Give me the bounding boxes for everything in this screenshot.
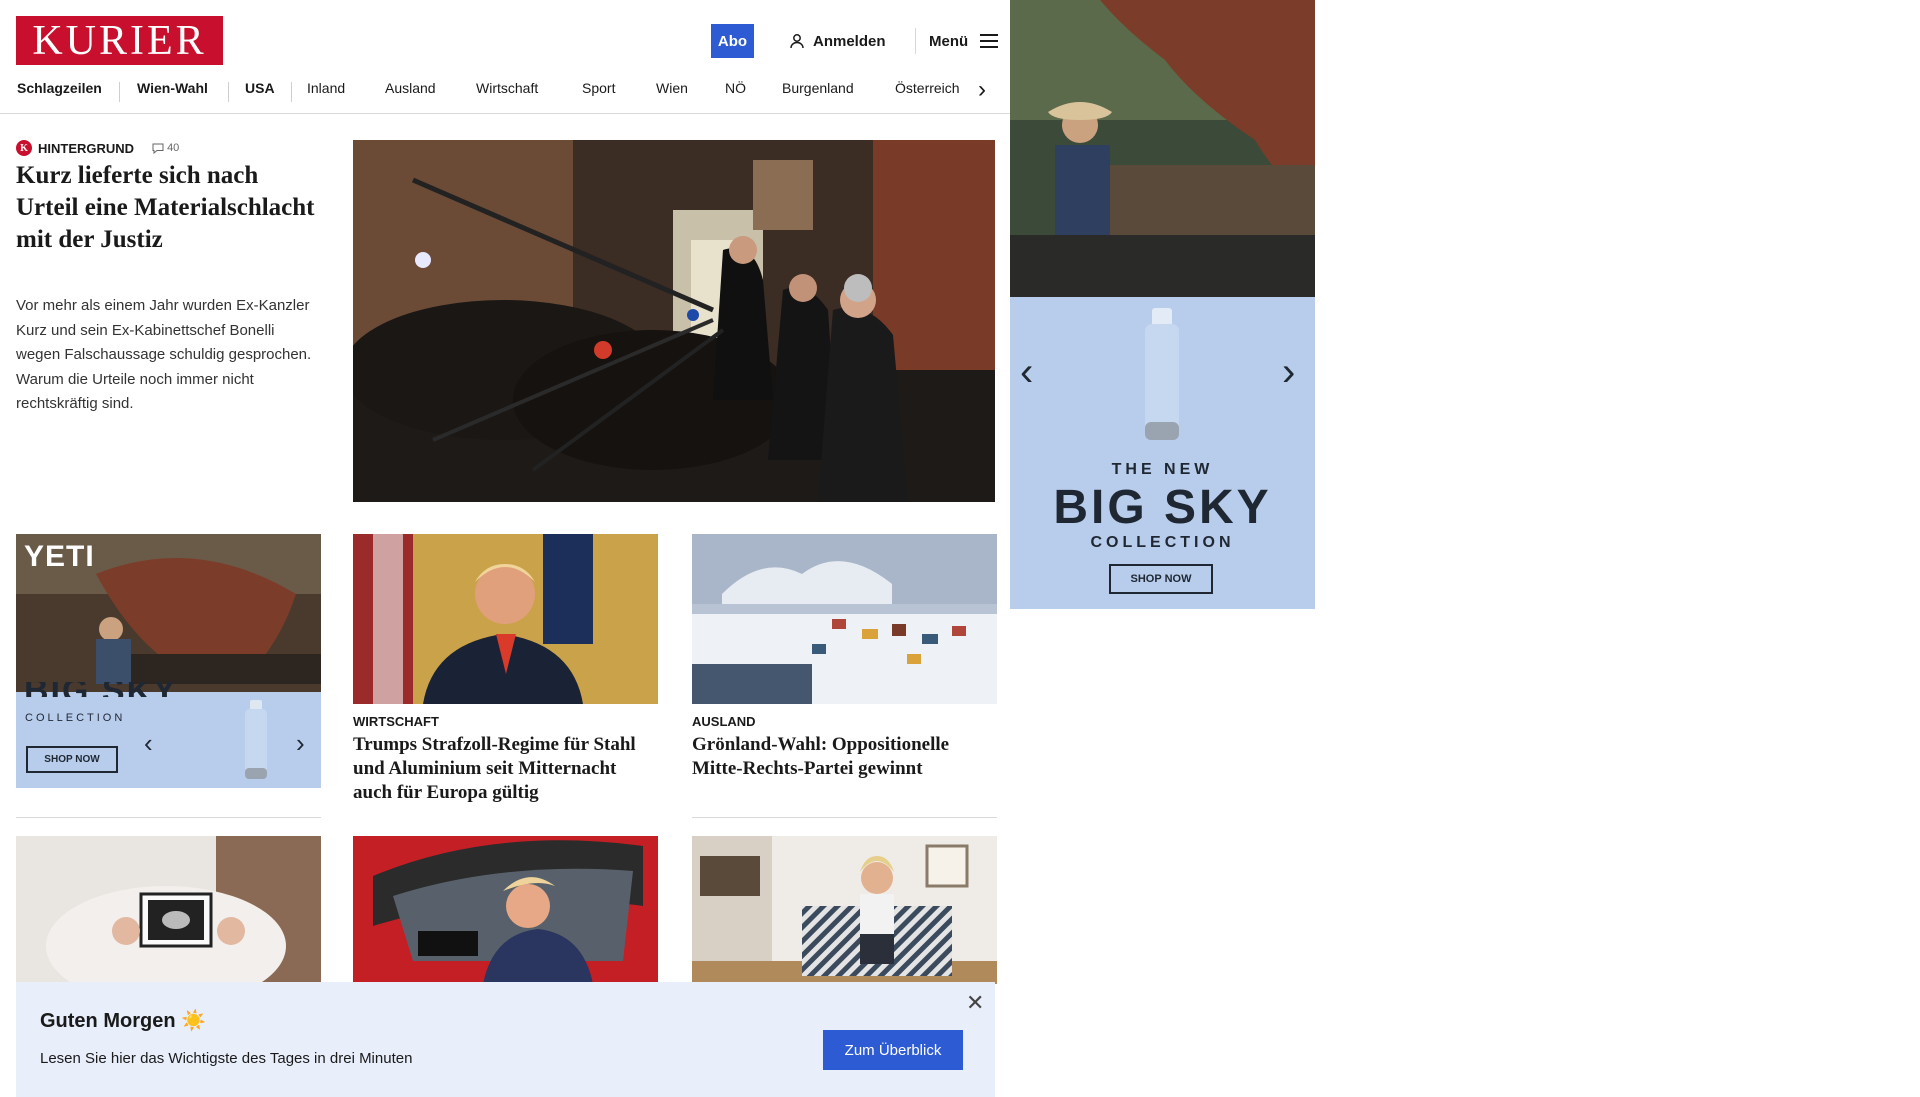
article-card[interactable] — [353, 836, 658, 984]
hero-kicker: K HINTERGRUND 40 — [16, 140, 179, 156]
logo-text: KURIER — [32, 17, 207, 64]
ad-line1: THE NEW — [1111, 461, 1214, 478]
ad-shop-button[interactable]: SHOP NOW — [1109, 564, 1213, 594]
bottle-image — [245, 700, 267, 779]
nav-item-schlagzeilen[interactable]: Schlagzeilen — [17, 80, 102, 96]
nav-scroll-right-icon[interactable]: › — [978, 76, 986, 104]
menu-button[interactable]: Menü — [929, 24, 999, 58]
abo-button[interactable]: Abo — [711, 24, 754, 58]
yeti-ad-large[interactable]: ‹ › THE NEW BIG SKY COLLECTION SHOP NOW — [1010, 0, 1315, 609]
nav-item-sport[interactable]: Sport — [582, 80, 615, 96]
banner-text: Lesen Sie hier das Wichtigste des Tages … — [40, 1050, 413, 1067]
ad-subline: COLLECTION — [1090, 534, 1235, 551]
nav-item-burgenland[interactable]: Burgenland — [782, 80, 854, 96]
article-image[interactable] — [692, 534, 997, 704]
hero-teaser[interactable]: Vor mehr als einem Jahr wurden Ex-Kanzle… — [16, 294, 316, 417]
nav-divider — [291, 82, 292, 102]
login-button[interactable]: Anmelden — [789, 24, 886, 58]
section-nav: Schlagzeilen Wien-Wahl USA Inland Auslan… — [0, 74, 1010, 114]
bottle-image — [1145, 308, 1179, 440]
ad-next-icon[interactable]: › — [1282, 350, 1295, 395]
nav-item-inland[interactable]: Inland — [307, 80, 345, 96]
article-card[interactable] — [16, 836, 321, 984]
ad-shop-button[interactable]: SHOP NOW — [26, 746, 118, 773]
ad-headline: BIG SKY — [1053, 481, 1272, 534]
hero-title[interactable]: Kurz lieferte sich nach Urteil eine Mate… — [16, 160, 316, 256]
overview-button[interactable]: Zum Überblick — [823, 1030, 963, 1070]
article-image[interactable] — [16, 836, 321, 984]
comment-icon — [152, 143, 164, 154]
hero-image[interactable] — [353, 140, 995, 502]
article-image[interactable] — [692, 836, 997, 984]
ad-prev-icon[interactable]: ‹ — [144, 728, 153, 759]
nav-item-wien-wahl[interactable]: Wien-Wahl — [137, 80, 208, 96]
hero-kicker-label: HINTERGRUND — [38, 140, 135, 156]
login-label: Anmelden — [813, 32, 886, 50]
comment-count-label: 40 — [167, 142, 180, 154]
article-image[interactable] — [353, 534, 658, 704]
article-image[interactable] — [353, 836, 658, 984]
article-title[interactable]: Trumps Strafzoll-Regime für Stahl und Al… — [353, 733, 658, 805]
close-icon[interactable]: ✕ — [966, 990, 984, 1016]
article-card[interactable]: AUSLAND Grönland-Wahl: Oppositionelle Mi… — [692, 534, 997, 781]
nav-divider — [119, 82, 120, 102]
nav-item-noe[interactable]: NÖ — [725, 80, 746, 96]
row-divider — [692, 817, 997, 818]
row-divider — [16, 817, 321, 818]
article-title[interactable]: Grönland-Wahl: Oppositionelle Mitte-Rech… — [692, 733, 997, 781]
nav-item-usa[interactable]: USA — [245, 80, 275, 96]
menu-label: Menü — [929, 32, 969, 50]
hamburger-icon — [980, 34, 999, 48]
header-divider — [915, 28, 916, 54]
article-kicker: WIRTSCHAFT — [353, 714, 439, 729]
ad-next-icon[interactable]: › — [296, 728, 305, 759]
ad-subline: COLLECTION — [25, 712, 126, 724]
article-kicker: AUSLAND — [692, 714, 756, 729]
nav-item-ausland[interactable]: Ausland — [385, 80, 436, 96]
ad-prev-icon[interactable]: ‹ — [1020, 350, 1033, 395]
nav-divider — [228, 82, 229, 102]
kurier-k-icon: K — [16, 140, 32, 156]
comment-count[interactable]: 40 — [152, 142, 179, 154]
nav-item-wien[interactable]: Wien — [656, 80, 688, 96]
yeti-ad-small[interactable]: YETI BIG SKY COLLECTION SHOP NOW ‹ › — [16, 534, 321, 788]
nav-item-wirtschaft[interactable]: Wirtschaft — [476, 80, 538, 96]
article-card[interactable]: WIRTSCHAFT Trumps Strafzoll-Regime für S… — [353, 534, 658, 805]
nav-item-oesterreich[interactable]: Österreich — [895, 80, 960, 96]
article-card[interactable] — [692, 836, 997, 984]
banner-title: Guten Morgen ☀️ — [40, 1010, 207, 1032]
user-icon — [790, 34, 804, 49]
kurier-logo[interactable]: KURIER — [16, 16, 223, 65]
ad-brand: YETI — [24, 540, 95, 573]
